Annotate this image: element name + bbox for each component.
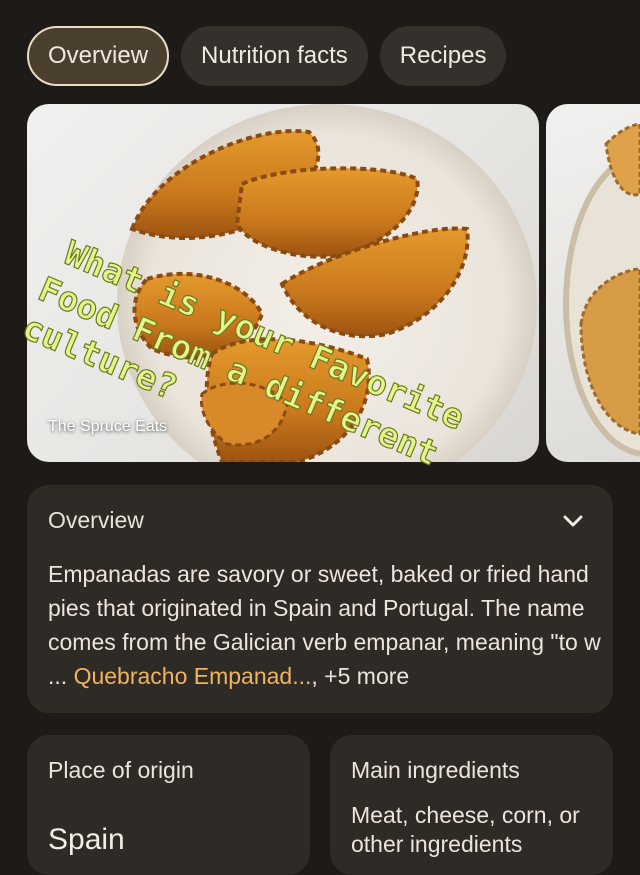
tab-nutrition-facts[interactable]: Nutrition facts [181,26,368,86]
overview-description: Empanadas are savory or sweet, baked or … [48,557,603,693]
place-of-origin-card[interactable]: Place of origin Spain [27,735,310,875]
tab-recipes[interactable]: Recipes [379,26,507,86]
overview-card[interactable]: Overview Empanadas are savory or sweet, … [27,485,613,713]
image-carousel: The Spruce Eats [27,104,640,462]
main-ingredients-value: Meat, cheese, corn, or other ingredients [351,802,580,857]
secondary-illustration [563,122,640,457]
main-ingredients-card[interactable]: Main ingredients Meat, cheese, corn, or … [330,735,613,875]
empanada-illustration [117,104,537,462]
empanada-photo-secondary[interactable] [546,104,640,462]
main-ingredients-title: Main ingredients [351,757,520,783]
empanada-photo[interactable]: The Spruce Eats [27,104,539,462]
more-sources-link[interactable]: , +5 more [311,663,409,689]
tab-bar: Overview Nutrition facts Recipes [27,26,507,86]
chevron-down-icon[interactable] [561,509,585,533]
tab-overview[interactable]: Overview [27,26,170,86]
image-source-label: The Spruce Eats [48,418,168,435]
place-of-origin-value: Spain [48,823,125,856]
place-of-origin-title: Place of origin [48,757,194,783]
overview-title: Overview [48,507,144,533]
source-link[interactable]: Quebracho Empanad... [74,663,312,689]
